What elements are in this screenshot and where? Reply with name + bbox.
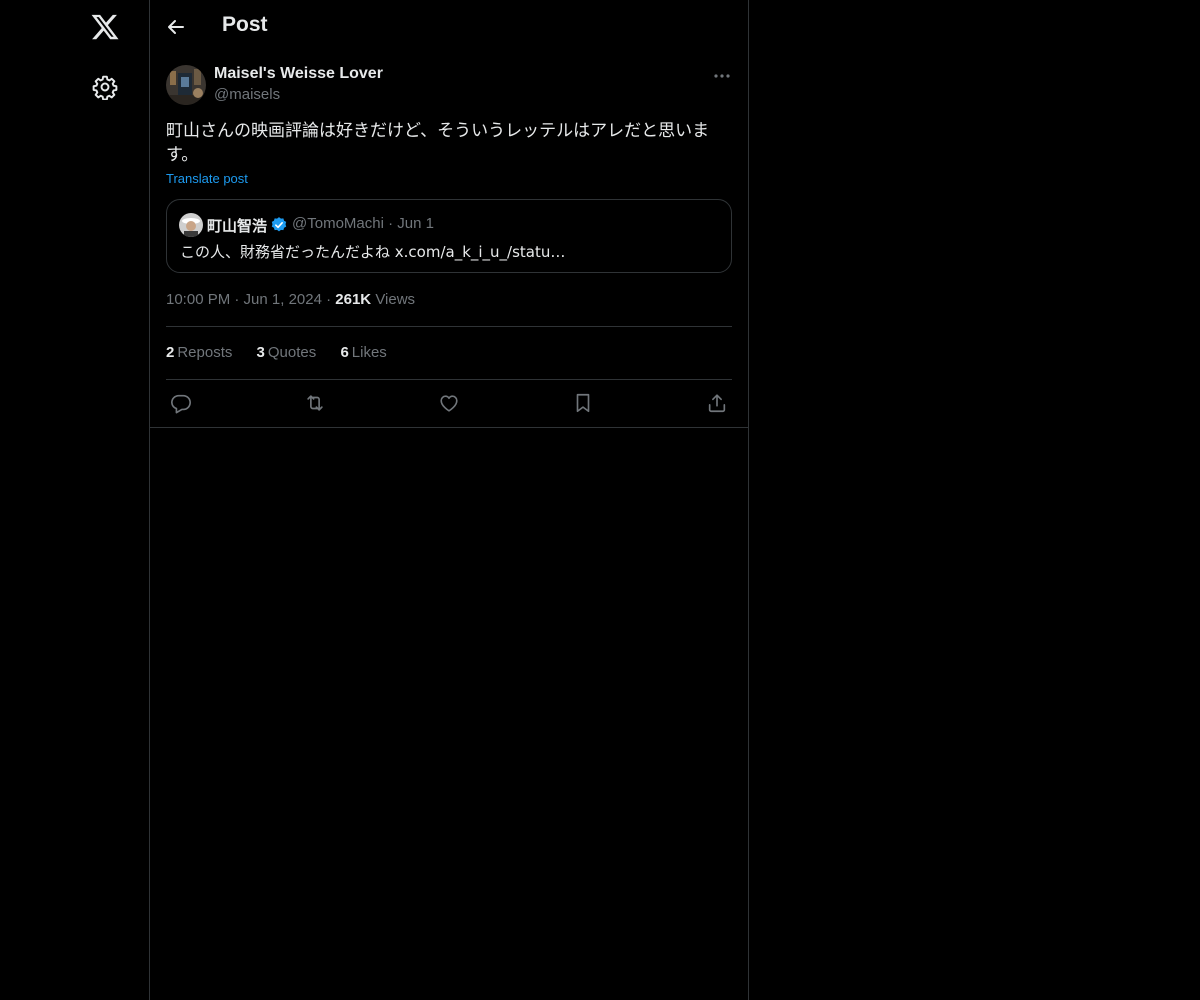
bookmark-icon [576,393,590,413]
arrow-left-icon [168,20,184,34]
author-handle[interactable]: @maisels [214,86,280,103]
author-avatar[interactable] [166,65,206,105]
post-meta: 10:00 PM · Jun 1, 2024 · 261K Views [166,291,415,308]
quote-author-name: 町山智浩 [207,217,268,235]
reply-icon [171,394,191,414]
back-button[interactable] [164,15,188,39]
translate-post-link[interactable]: Translate post [166,171,248,186]
header: Post [150,0,748,54]
quote-avatar [179,213,203,237]
like-button[interactable] [438,392,460,414]
left-nav [0,0,150,1000]
divider [166,326,732,327]
page-title: Post [222,13,268,36]
repost-icon [307,395,323,411]
quote-handle-date: @TomoMachi · Jun 1 [292,215,434,232]
repost-button[interactable] [304,392,326,414]
reposts-stat[interactable]: 2 Reposts [166,344,232,361]
post-detail-column: Post Maisel's Weisse Lover @maisels 町山さん… [150,0,749,1000]
post-stats: 2 Reposts 3 Quotes 6 Likes [166,344,407,361]
views-label: Views [375,291,416,308]
quotes-stat[interactable]: 3 Quotes [257,344,317,361]
divider [166,379,732,380]
quote-text: この人、財務省だったんだよね x.com/a_k_i_u_/statu… [180,243,566,261]
post-text: 町山さんの映画評論は好きだけど、そういうレッテルはアレだと思います。 [166,121,710,165]
likes-stat[interactable]: 6 Likes [340,344,386,361]
like-icon [440,395,458,412]
views-count: 261K [335,291,372,308]
divider [150,427,748,428]
share-button[interactable] [706,392,728,414]
bookmark-button[interactable] [572,392,594,414]
share-icon [708,394,726,413]
author-display-name[interactable]: Maisel's Weisse Lover [214,65,383,83]
quoted-post[interactable]: 町山智浩 @TomoMachi · Jun 1 この人、財務省だったんだよね x… [166,199,732,273]
post-timestamp[interactable]: 10:00 PM · Jun 1, 2024 · [166,291,331,308]
x-logo-icon[interactable] [90,12,120,42]
reply-button[interactable] [170,392,192,414]
more-icon [714,74,730,78]
gear-icon[interactable] [92,74,118,100]
verified-badge-icon [270,216,288,234]
more-options-button[interactable] [710,66,734,86]
